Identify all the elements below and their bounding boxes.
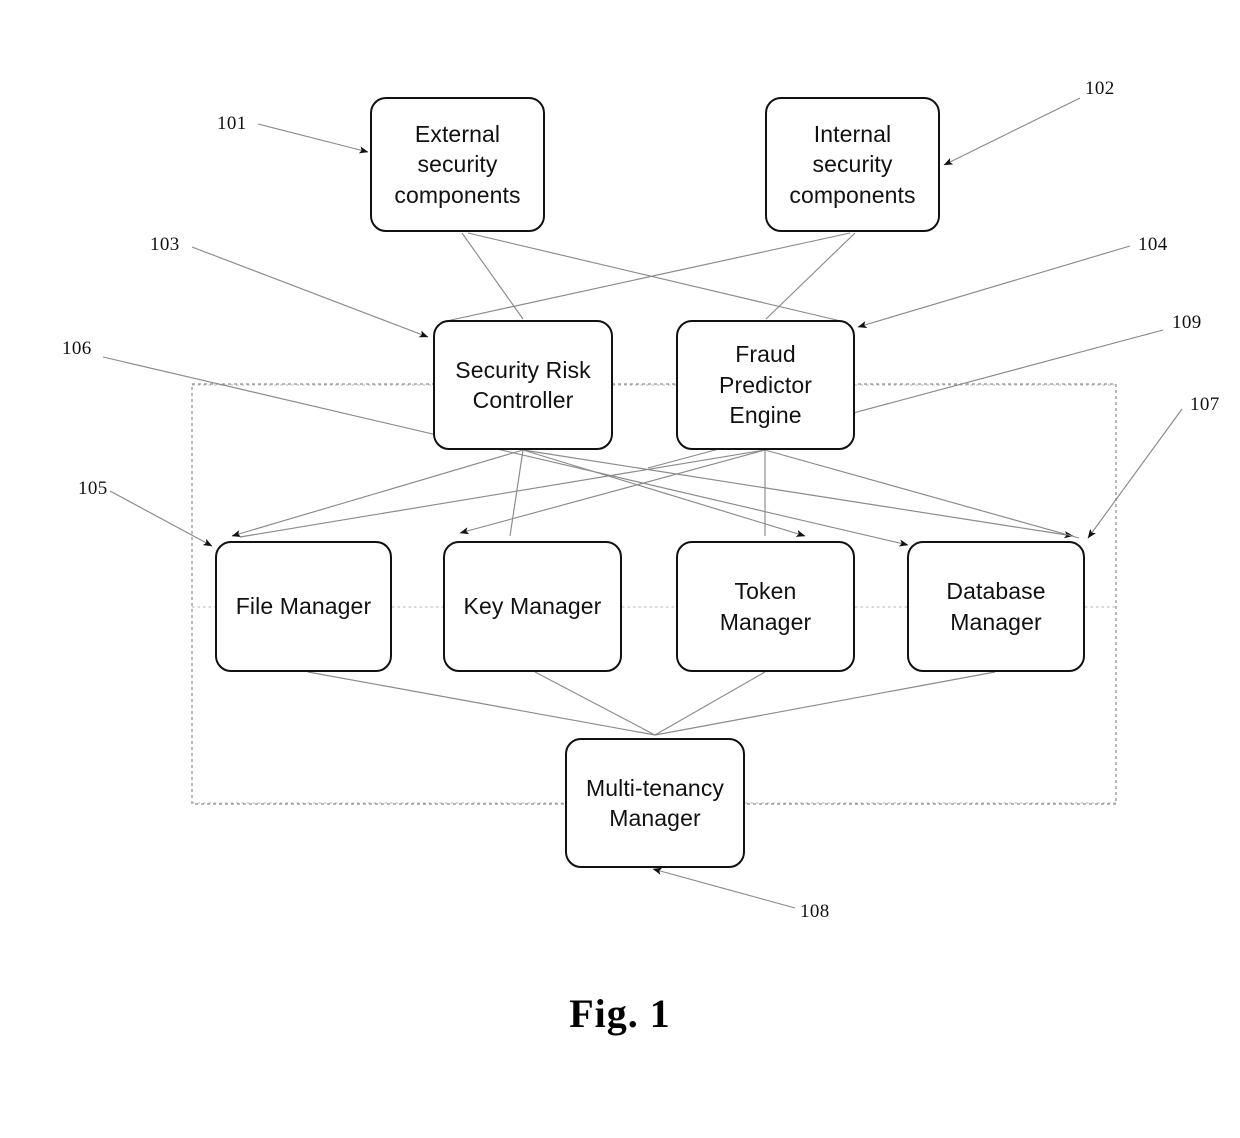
edge-src-to-file <box>231 449 524 538</box>
node-label: Key Manager <box>463 593 602 620</box>
edge-src-to-token <box>522 449 806 537</box>
edge-external-to-fpe <box>467 232 846 323</box>
reference-numeral-103: 103 <box>150 234 180 255</box>
node-label: File Manager <box>235 593 372 620</box>
edge-internal-to-fpe <box>765 232 856 320</box>
reference-numeral-108: 108 <box>800 901 830 922</box>
edge-key-to-mtm <box>534 671 656 736</box>
node-token-manager[interactable]: Token Manager <box>676 541 855 672</box>
node-internal-security-components[interactable]: Internal security components <box>765 97 940 232</box>
reference-numeral-106: 106 <box>62 338 92 359</box>
edge-fpe-to-key <box>459 449 766 535</box>
leader-108 <box>652 867 796 909</box>
edge-src-to-key <box>509 449 524 537</box>
leader-107 <box>1087 408 1183 539</box>
edge-fpe-to-file <box>239 449 766 538</box>
edge-fpe-to-database <box>764 449 1080 539</box>
reference-numeral-105: 105 <box>78 478 108 499</box>
node-external-security-components[interactable]: External security components <box>370 97 545 232</box>
patent-figure: External security components Internal se… <box>0 0 1240 1138</box>
node-label: Fraud Predictor Engine <box>719 341 812 429</box>
reference-numeral-109: 109 <box>1172 312 1202 333</box>
edge-src-to-database <box>522 449 1074 539</box>
edge-external-to-src <box>461 232 524 320</box>
node-fraud-predictor-engine[interactable]: Fraud Predictor Engine <box>676 320 855 450</box>
node-label: Multi-tenancy Manager <box>585 774 725 831</box>
node-database-manager[interactable]: Database Manager <box>907 541 1085 672</box>
edge-token-to-mtm <box>654 671 766 736</box>
leader-102 <box>943 97 1081 166</box>
node-multi-tenancy-manager[interactable]: Multi-tenancy Manager <box>565 738 745 868</box>
reference-numeral-104: 104 <box>1138 234 1168 255</box>
node-file-manager[interactable]: File Manager <box>215 541 392 672</box>
node-label: Internal security components <box>789 120 916 208</box>
node-label: Security Risk Controller <box>455 356 591 413</box>
reference-numeral-102: 102 <box>1085 78 1115 99</box>
figure-caption: Fig. 1 <box>569 991 671 1036</box>
edge-file-to-mtm <box>307 671 656 736</box>
leader-103 <box>191 246 429 338</box>
node-key-manager[interactable]: Key Manager <box>443 541 622 672</box>
leader-101 <box>257 123 369 154</box>
leader-104 <box>857 245 1131 328</box>
node-label: Token Manager <box>719 578 812 635</box>
edge-database-to-mtm <box>654 671 996 736</box>
edge-internal-to-src <box>441 232 851 323</box>
reference-numeral-101: 101 <box>217 113 247 134</box>
reference-numeral-107: 107 <box>1190 394 1220 415</box>
node-label: Database Manager <box>946 578 1046 635</box>
leader-105 <box>109 490 213 547</box>
node-label: External security components <box>394 120 521 208</box>
node-security-risk-controller[interactable]: Security Risk Controller <box>433 320 613 450</box>
